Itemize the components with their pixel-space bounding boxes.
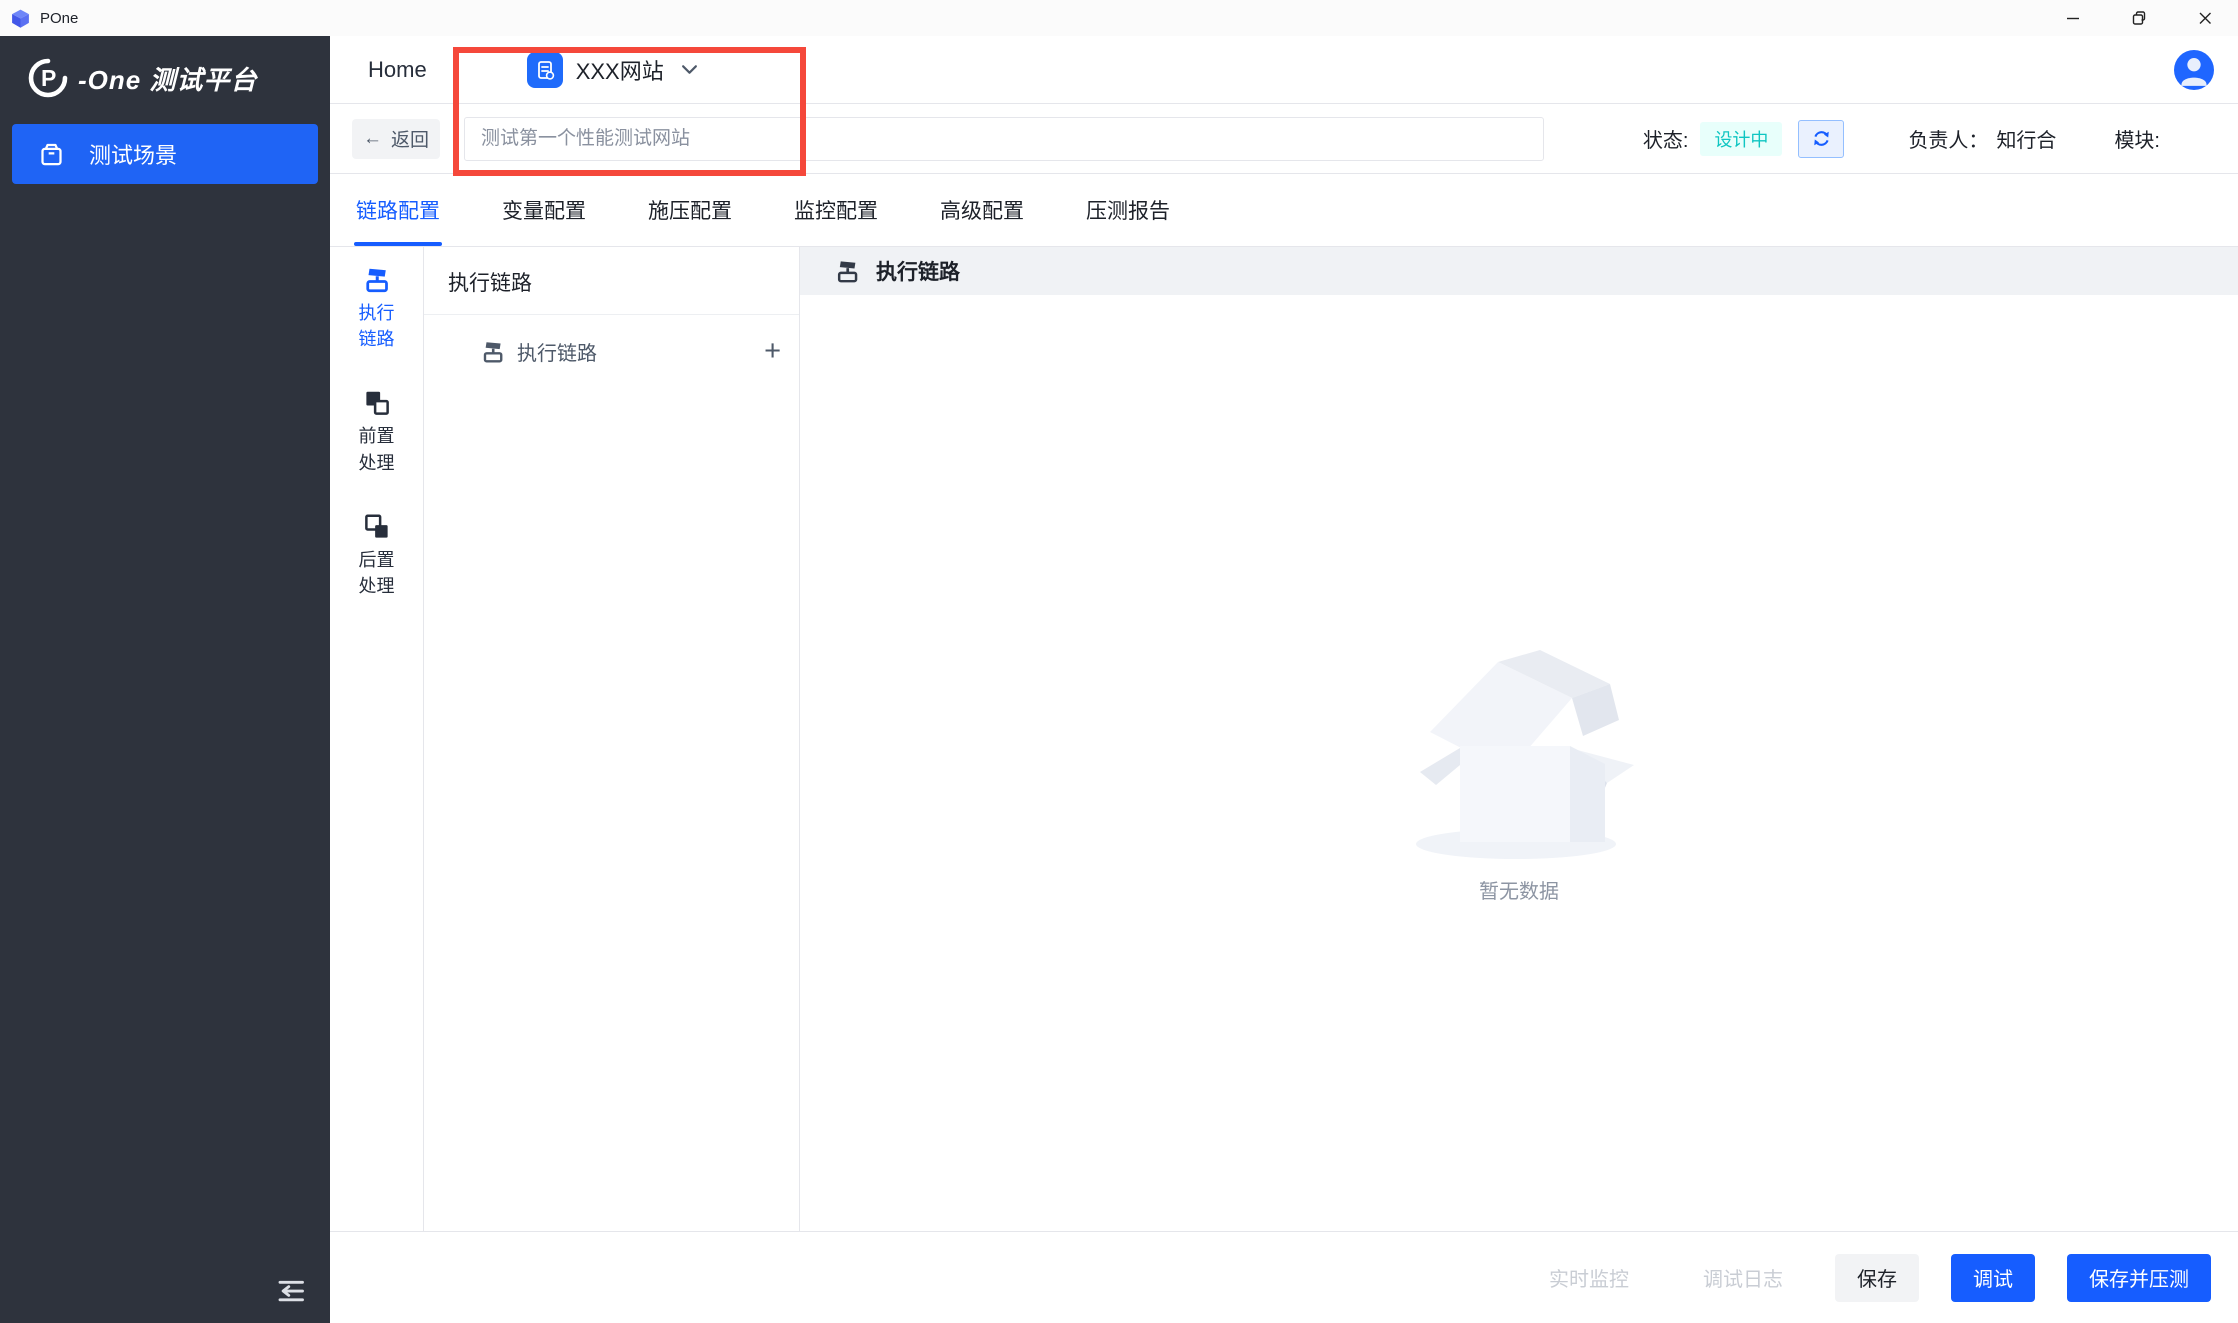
nav-item-post-processing[interactable]: 后置 处理 [359,512,395,597]
pre-processing-icon [362,388,392,418]
restore-icon [2129,8,2149,28]
window-titlebar: POne [0,0,2238,36]
debug-button[interactable]: 调试 [1951,1254,2035,1302]
empty-state: 暂无数据 [800,295,2238,1231]
app-cube-icon [10,8,31,29]
nav-item-execute-chain[interactable]: 执行 链路 [359,265,395,350]
svg-text:P: P [41,65,56,91]
tab-link-config[interactable]: 链路配置 [354,174,442,246]
link-type-nav: 执行 链路 前置 处理 后置 处理 [330,247,424,1231]
app-logo: P -One 测试平台 [0,36,330,116]
close-icon [2195,8,2215,28]
footer-actions: 实时监控 调试日志 保存 调试 保存并压测 [330,1232,2238,1323]
minimize-icon [2063,8,2083,28]
canvas-title: 执行链路 [876,256,960,286]
home-tab[interactable]: Home [368,57,427,83]
owner-label: 负责人： [1908,124,1988,153]
owner-value: 知行合 [1996,124,2056,153]
scene-box-icon [38,141,65,168]
module-label: 模块: [2114,124,2160,153]
main-area: Home XXX网站 [330,36,2238,1323]
realtime-monitor-button[interactable]: 实时监控 [1549,1263,1629,1292]
top-nav: Home XXX网站 [330,36,2238,104]
status-label: 状态: [1643,124,1689,153]
content: 执行 链路 前置 处理 后置 处理 [330,247,2238,1232]
execute-chain-icon [480,339,506,365]
refresh-status-button[interactable] [1798,120,1844,158]
execute-chain-icon [362,265,392,295]
back-button[interactable]: ← 返回 [352,119,440,159]
chevron-down-icon [681,64,698,75]
scene-name-input[interactable] [464,117,1544,161]
tab-monitor-config[interactable]: 监控配置 [792,174,880,246]
add-node-button[interactable]: + [764,337,781,366]
logo-p-icon: P [26,56,70,100]
back-button-label: 返回 [391,125,429,152]
logo-text: -One 测试平台 [78,60,257,97]
tab-pressure-config[interactable]: 施压配置 [646,174,734,246]
save-button[interactable]: 保存 [1835,1254,1919,1302]
tab-advanced-config[interactable]: 高级配置 [938,174,1026,246]
sidebar-item-label: 测试场景 [89,138,177,170]
scene-doc-icon [527,52,563,88]
config-tabs: 链路配置 变量配置 施压配置 监控配置 高级配置 压测报告 [330,174,2238,247]
toolbar: ← 返回 状态: 设计中 负责人： 知行合 模块: [330,104,2238,174]
scene-tab-label: XXX网站 [576,54,664,86]
menu-fold-icon [270,1271,310,1311]
save-and-test-button[interactable]: 保存并压测 [2067,1254,2211,1302]
window-title: POne [40,10,78,27]
canvas-header: 执行链路 [800,247,2238,295]
post-processing-icon [362,512,392,542]
tab-test-report[interactable]: 压测报告 [1084,174,1172,246]
empty-text: 暂无数据 [1479,875,1559,904]
tree-item-label: 执行链路 [517,337,597,366]
tree-item-execute-chain[interactable]: 执行链路 + [424,315,799,366]
tab-variable-config[interactable]: 变量配置 [500,174,588,246]
canvas: 执行链路 暂无数据 [800,247,2238,1231]
minimize-button[interactable] [2040,0,2106,36]
empty-box-illustration [1402,622,1637,867]
debug-log-button[interactable]: 调试日志 [1703,1263,1783,1292]
window-controls [2040,0,2238,36]
nav-item-pre-processing[interactable]: 前置 处理 [359,388,395,473]
execute-chain-icon [834,258,861,285]
panel-title: 执行链路 [424,247,799,315]
restore-button[interactable] [2106,0,2172,36]
sidebar-collapse-button[interactable] [266,1267,314,1315]
back-arrow-icon: ← [363,128,382,150]
user-avatar[interactable] [2174,50,2214,90]
execute-chain-panel: 执行链路 执行链路 + [424,247,800,1231]
scene-meta: 状态: 设计中 负责人： 知行合 模块: [1643,120,2160,158]
scene-tab[interactable]: XXX网站 [527,52,698,88]
user-icon [2174,50,2214,90]
refresh-icon [1811,128,1832,149]
sidebar-item-test-scene[interactable]: 测试场景 [12,124,318,184]
status-badge: 设计中 [1700,122,1782,156]
sidebar: P -One 测试平台 测试场景 [0,36,330,1323]
close-button[interactable] [2172,0,2238,36]
